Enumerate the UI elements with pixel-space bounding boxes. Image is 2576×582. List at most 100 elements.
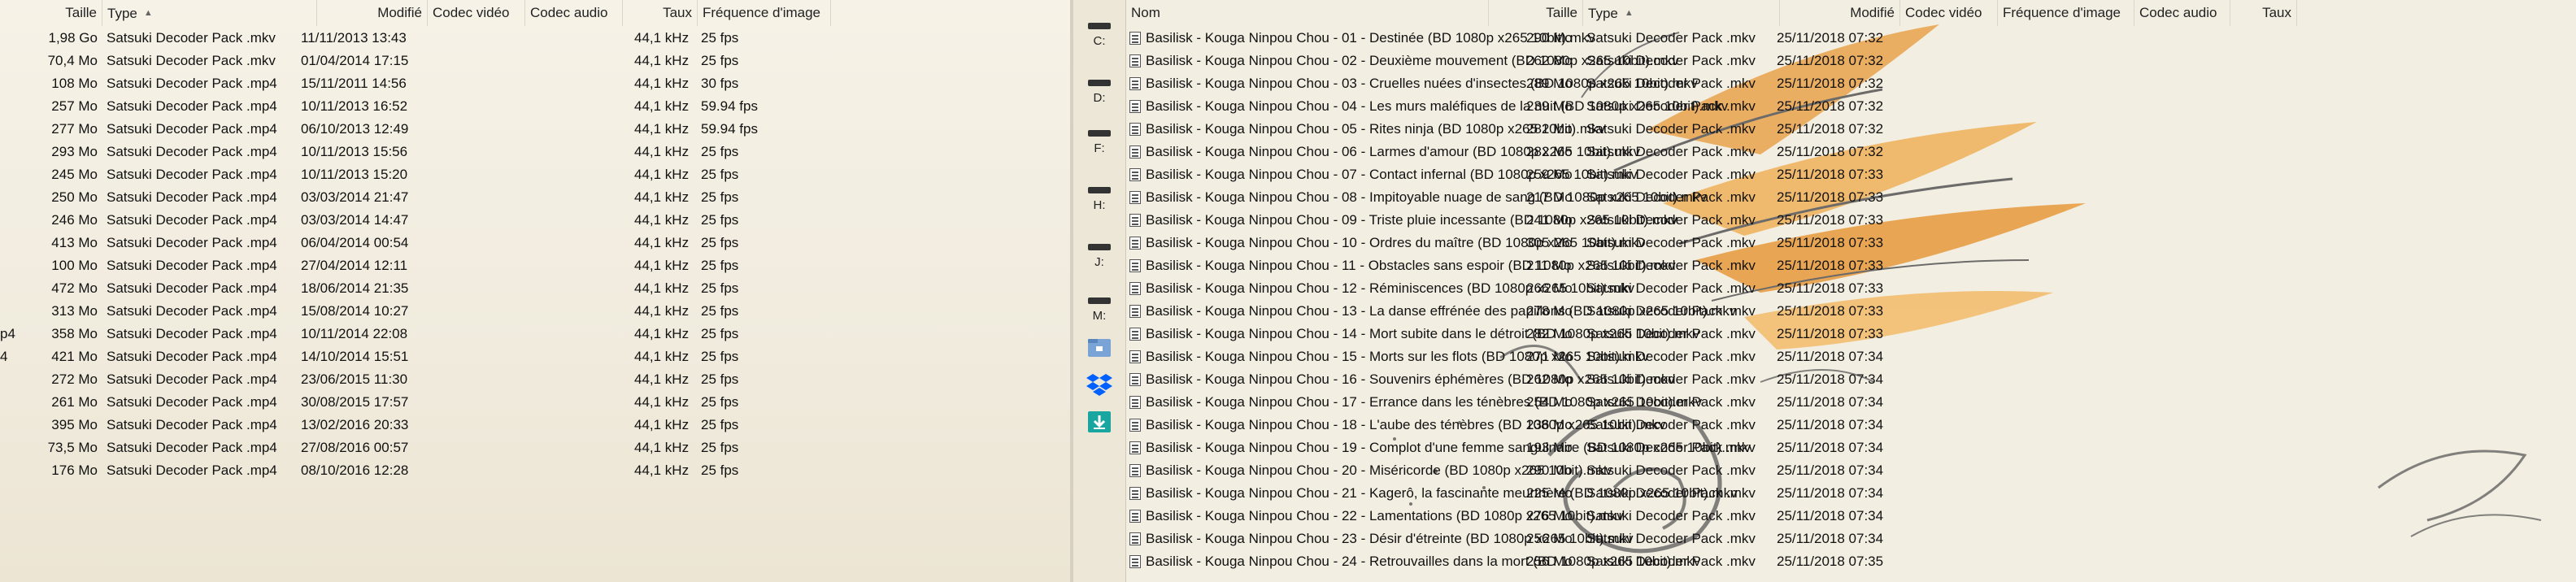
table-row[interactable]: Basilisk - Kouga Ninpou Chou - 04 - Les …: [1126, 95, 2576, 118]
table-row[interactable]: 176 Mo Satsuki Decoder Pack .mp4 08/10/201…: [0, 459, 1070, 482]
table-row[interactable]: 73,5 Mo Satsuki Decoder Pack .mp4 27/08/20…: [0, 436, 1070, 459]
drive-item[interactable]: H:: [1073, 187, 1125, 212]
table-row[interactable]: Basilisk - Kouga Ninpou Chou - 07 - Cont…: [1126, 163, 2576, 186]
video-file-icon: [1129, 32, 1141, 45]
table-row[interactable]: Basilisk - Kouga Ninpou Chou - 18 - L'au…: [1126, 414, 2576, 436]
row-size: 254 Mo: [1526, 394, 1573, 410]
row-type: Satsuki Decoder Pack .mp4: [107, 303, 277, 319]
dropbox-icon[interactable]: [1086, 371, 1112, 396]
right-col-modified[interactable]: Modifié: [1780, 0, 1900, 26]
table-row[interactable]: Basilisk - Kouga Ninpou Chou - 15 - Mort…: [1126, 345, 2576, 368]
table-row[interactable]: Basilisk - Kouga Ninpou Chou - 20 - Misé…: [1126, 459, 2576, 482]
table-row[interactable]: Basilisk - Kouga Ninpou Chou - 16 - Souv…: [1126, 368, 2576, 391]
right-col-rate[interactable]: Taux: [2230, 0, 2297, 26]
row-fps: 25 fps: [701, 235, 739, 250]
right-col-fps[interactable]: Fréquence d'image: [1998, 0, 2134, 26]
table-row[interactable]: 4 421 Mo Satsuki Decoder Pack .mp4 14/10/20…: [0, 345, 1070, 368]
row-modified: 25/11/2018 07:33: [1777, 280, 1884, 296]
table-row[interactable]: 100 Mo Satsuki Decoder Pack .mp4 27/04/201…: [0, 254, 1070, 277]
row-modified: 06/04/2014 00:54: [301, 235, 409, 250]
row-type: Satsuki Decoder Pack .mkv: [1586, 485, 1756, 501]
table-row[interactable]: 413 Mo Satsuki Decoder Pack .mp4 06/04/201…: [0, 232, 1070, 254]
video-file-icon: [1129, 441, 1141, 454]
row-fps: 25 fps: [701, 463, 739, 478]
table-row[interactable]: Basilisk - Kouga Ninpou Chou - 08 - Impi…: [1126, 186, 2576, 209]
table-row[interactable]: Basilisk - Kouga Ninpou Chou - 12 - Rémi…: [1126, 277, 2576, 300]
left-col-rate[interactable]: Taux: [623, 0, 698, 26]
video-file-icon: [1129, 464, 1141, 477]
table-row[interactable]: Basilisk - Kouga Ninpou Chou - 22 - Lame…: [1126, 505, 2576, 528]
table-row[interactable]: p4 358 Mo Satsuki Decoder Pack .mp4 10/11/2…: [0, 323, 1070, 345]
table-row[interactable]: 395 Mo Satsuki Decoder Pack .mp4 13/02/201…: [0, 414, 1070, 436]
row-audio-rate: 44,1 kHz: [634, 280, 690, 296]
table-row[interactable]: 1,98 Go Satsuki Decoder Pack .mkv 11/11/20…: [0, 27, 1070, 50]
drive-item[interactable]: C:: [1073, 23, 1125, 48]
table-row[interactable]: Basilisk - Kouga Ninpou Chou - 02 - Deux…: [1126, 50, 2576, 72]
row-type: Satsuki Decoder Pack .mkv: [1586, 326, 1756, 341]
row-fps: 30 fps: [701, 76, 739, 91]
table-row[interactable]: 250 Mo Satsuki Decoder Pack .mp4 03/03/201…: [0, 186, 1070, 209]
row-type: Satsuki Decoder Pack .mkv: [1586, 417, 1756, 432]
table-row[interactable]: Basilisk - Kouga Ninpou Chou - 05 - Rite…: [1126, 118, 2576, 141]
left-col-size[interactable]: Taille: [0, 0, 102, 26]
table-row[interactable]: 472 Mo Satsuki Decoder Pack .mp4 18/06/201…: [0, 277, 1070, 300]
table-row[interactable]: Basilisk - Kouga Ninpou Chou - 06 - Larm…: [1126, 141, 2576, 163]
drive-item[interactable]: J:: [1073, 244, 1125, 269]
drive-item[interactable]: M:: [1073, 298, 1125, 323]
drive-icon: [1088, 244, 1111, 250]
table-row[interactable]: Basilisk - Kouga Ninpou Chou - 13 - La d…: [1126, 300, 2576, 323]
table-row[interactable]: Basilisk - Kouga Ninpou Chou - 03 - Crue…: [1126, 72, 2576, 95]
left-col-audio-codec[interactable]: Codec audio: [525, 0, 623, 26]
table-row[interactable]: 272 Mo Satsuki Decoder Pack .mp4 23/06/201…: [0, 368, 1070, 391]
table-row[interactable]: 257 Mo Satsuki Decoder Pack .mp4 10/11/201…: [0, 95, 1070, 118]
left-col-video-codec[interactable]: Codec vidéo: [428, 0, 525, 26]
table-row[interactable]: 70,4 Mo Satsuki Decoder Pack .mkv 01/04/20…: [0, 50, 1070, 72]
row-fps: 25 fps: [701, 144, 739, 159]
downloads-icon[interactable]: [1086, 410, 1112, 434]
right-col-video-codec[interactable]: Codec vidéo: [1900, 0, 1998, 26]
row-type: Satsuki Decoder Pack .mkv: [1586, 121, 1756, 137]
table-row[interactable]: Basilisk - Kouga Ninpou Chou - 21 - Kage…: [1126, 482, 2576, 505]
network-folder-icon[interactable]: [1086, 336, 1112, 360]
right-col-type[interactable]: Type ▲: [1583, 0, 1780, 26]
row-modified: 25/11/2018 07:33: [1777, 303, 1884, 319]
table-row[interactable]: Basilisk - Kouga Ninpou Chou - 24 - Retr…: [1126, 550, 2576, 573]
video-file-icon: [1129, 419, 1141, 432]
drive-item[interactable]: D:: [1073, 80, 1125, 105]
row-modified: 03/03/2014 21:47: [301, 189, 409, 205]
video-file-icon: [1129, 555, 1141, 568]
table-row[interactable]: Basilisk - Kouga Ninpou Chou - 01 - Dest…: [1126, 27, 2576, 50]
row-fps: 25 fps: [701, 280, 739, 296]
left-col-modified[interactable]: Modifié: [317, 0, 428, 26]
row-fps: 25 fps: [701, 212, 739, 228]
drive-item[interactable]: F:: [1073, 130, 1125, 155]
table-row[interactable]: 245 Mo Satsuki Decoder Pack .mp4 10/11/201…: [0, 163, 1070, 186]
left-col-fps[interactable]: Fréquence d'image: [698, 0, 831, 26]
table-row[interactable]: 108 Mo Satsuki Decoder Pack .mp4 15/11/201…: [0, 72, 1070, 95]
table-row[interactable]: Basilisk - Kouga Ninpou Chou - 14 - Mort…: [1126, 323, 2576, 345]
row-fps: 25 fps: [701, 417, 739, 432]
right-col-audio-codec[interactable]: Codec audio: [2134, 0, 2230, 26]
table-row[interactable]: Basilisk - Kouga Ninpou Chou - 09 - Tris…: [1126, 209, 2576, 232]
left-col-type[interactable]: Type ▲: [102, 0, 317, 26]
table-row[interactable]: Basilisk - Kouga Ninpou Chou - 11 - Obst…: [1126, 254, 2576, 277]
drive-label: H:: [1093, 198, 1106, 212]
table-row[interactable]: Basilisk - Kouga Ninpou Chou - 17 - Erra…: [1126, 391, 2576, 414]
table-row[interactable]: 293 Mo Satsuki Decoder Pack .mp4 10/11/201…: [0, 141, 1070, 163]
row-type: Satsuki Decoder Pack .mkv: [1586, 258, 1756, 273]
row-type: Satsuki Decoder Pack .mp4: [107, 167, 277, 182]
table-row[interactable]: 261 Mo Satsuki Decoder Pack .mp4 30/08/201…: [0, 391, 1070, 414]
row-size: 225 Mo: [1526, 485, 1573, 501]
right-col-name[interactable]: Nom: [1126, 0, 1489, 26]
row-modified: 30/08/2015 17:57: [301, 394, 409, 410]
row-type: Satsuki Decoder Pack .mp4: [107, 212, 277, 228]
table-row[interactable]: 246 Mo Satsuki Decoder Pack .mp4 03/03/201…: [0, 209, 1070, 232]
row-size: 73,5 Mo: [47, 440, 98, 455]
table-row[interactable]: Basilisk - Kouga Ninpou Chou - 10 - Ordr…: [1126, 232, 2576, 254]
right-col-size[interactable]: Taille: [1489, 0, 1583, 26]
table-row[interactable]: 277 Mo Satsuki Decoder Pack .mp4 06/10/201…: [0, 118, 1070, 141]
row-modified: 14/10/2014 15:51: [301, 349, 409, 364]
table-row[interactable]: 313 Mo Satsuki Decoder Pack .mp4 15/08/201…: [0, 300, 1070, 323]
table-row[interactable]: Basilisk - Kouga Ninpou Chou - 19 - Comp…: [1126, 436, 2576, 459]
table-row[interactable]: Basilisk - Kouga Ninpou Chou - 23 - Dési…: [1126, 528, 2576, 550]
